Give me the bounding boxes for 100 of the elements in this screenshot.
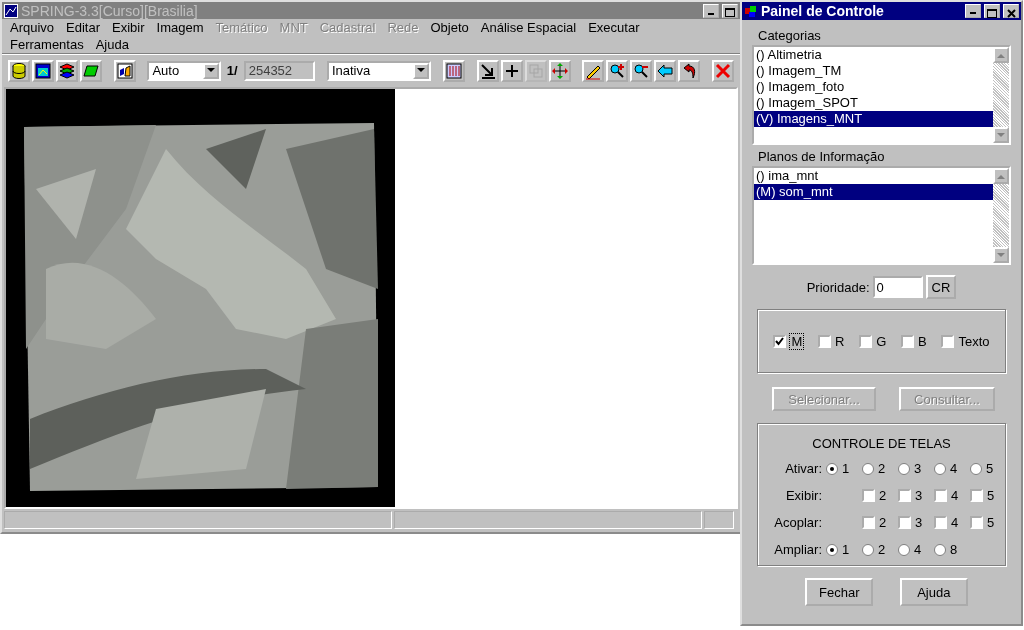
checkbox[interactable]: [901, 334, 915, 348]
checkbox[interactable]: [862, 516, 875, 529]
checkbox[interactable]: [898, 489, 911, 502]
scale-field[interactable]: 254352: [243, 60, 316, 81]
row-label: Ampliar:: [773, 542, 823, 557]
tool-button[interactable]: [630, 59, 653, 82]
menu-item[interactable]: Arquivo: [4, 20, 61, 36]
menu-item[interactable]: Ferramentas: [4, 37, 90, 53]
list-item[interactable]: () Imagem_SPOT: [754, 95, 993, 111]
scroll-up-icon: [997, 173, 1005, 179]
image-icon: [34, 61, 52, 80]
row-label: Ativar:: [784, 461, 823, 476]
radio-button[interactable]: [862, 462, 874, 475]
radio-button[interactable]: [970, 462, 982, 475]
cr-button[interactable]: CR: [925, 275, 957, 299]
option-label: 4: [951, 515, 959, 530]
list-item[interactable]: () Imagem_foto: [754, 79, 993, 95]
checkbox-label: B: [918, 333, 927, 349]
priority-field[interactable]: 0: [872, 276, 923, 298]
checkbox[interactable]: [934, 516, 947, 529]
checkbox[interactable]: [970, 516, 983, 529]
checkbox[interactable]: [898, 516, 911, 529]
list-item[interactable]: () Imagem_TM: [754, 63, 993, 79]
dialog-button[interactable]: Fechar: [805, 578, 874, 606]
option-label: 1: [842, 461, 850, 476]
scrollbar[interactable]: [993, 168, 1009, 263]
checkbox[interactable]: [934, 489, 947, 502]
dropdown-arrow-icon: [206, 68, 215, 74]
option-label: 1: [842, 542, 850, 557]
list-box[interactable]: () ima_mnt (M) som_mnt: [752, 166, 1011, 265]
scroll-down-icon: [997, 252, 1005, 258]
tool-button[interactable]: [476, 59, 499, 82]
checkbox[interactable]: [862, 489, 875, 502]
menu-item[interactable]: Exibir: [106, 20, 151, 36]
group-title: CONTROLE DE TELAS: [811, 436, 952, 451]
menu-item[interactable]: Análise Espacial: [474, 20, 583, 36]
database-icon: [10, 61, 28, 80]
option-label: 4: [951, 488, 959, 503]
tool-button[interactable]: [442, 59, 465, 82]
menu-item[interactable]: Ajuda: [89, 37, 135, 53]
checkbox-label: Texto: [958, 333, 990, 349]
option-label: 2: [878, 542, 886, 557]
list-box[interactable]: () Altimetria () Imagem_TM () Imagem_foto () Imagem_SPOT (V) Imagens_MNT: [752, 45, 1011, 145]
section-label: Categorias: [758, 28, 822, 43]
app-icon: [4, 3, 18, 18]
option-label: 3: [915, 488, 923, 503]
menu-item[interactable]: Executar: [582, 20, 646, 36]
radio-button[interactable]: [934, 543, 946, 556]
option-label: 2: [878, 461, 886, 476]
move-arrows-icon: [550, 61, 569, 80]
checkbox[interactable]: [859, 334, 873, 348]
dialog-button[interactable]: Ajuda: [899, 578, 968, 606]
tool-button[interactable]: [80, 59, 102, 82]
option-label: 4: [914, 542, 922, 557]
list-item[interactable]: (V) Imagens_MNT: [754, 111, 993, 127]
tool-button[interactable]: [606, 59, 629, 82]
list-item[interactable]: () ima_mnt: [754, 168, 993, 184]
maximize-button[interactable]: [984, 4, 1000, 18]
dropdown[interactable]: Auto: [147, 60, 221, 81]
scrollbar[interactable]: [993, 47, 1009, 143]
checkbox[interactable]: [941, 334, 955, 348]
checkbox-label: R: [835, 333, 845, 349]
maximize-icon: [725, 8, 735, 18]
checkbox-label: M: [790, 333, 804, 349]
radio-button[interactable]: [898, 462, 910, 475]
maximize-icon: [987, 8, 997, 18]
checkbox[interactable]: [818, 334, 831, 348]
row-label: Acoplar:: [773, 515, 823, 530]
radio-button[interactable]: [862, 543, 874, 556]
menu-item[interactable]: Editar: [60, 20, 107, 36]
tool-button[interactable]: [8, 59, 30, 82]
list-item[interactable]: () Altimetria: [754, 47, 993, 63]
checkbox[interactable]: [970, 489, 983, 502]
tool-button[interactable]: [678, 59, 701, 82]
tool-button[interactable]: [56, 59, 78, 82]
menu-item[interactable]: Objeto: [424, 20, 475, 36]
option-label: 8: [950, 542, 958, 557]
tool-button[interactable]: [32, 59, 54, 82]
option-label: 5: [986, 461, 994, 476]
radio-button[interactable]: [826, 543, 838, 556]
list-item[interactable]: (M) som_mnt: [754, 184, 993, 200]
dropdown[interactable]: Inativa: [326, 60, 432, 81]
minimize-icon: [970, 12, 976, 14]
close-button[interactable]: [1003, 4, 1019, 18]
option-label: 3: [914, 461, 922, 476]
option-label: 2: [879, 515, 887, 530]
checkbox[interactable]: [773, 334, 787, 348]
tool-button[interactable]: [654, 59, 677, 82]
tool-button[interactable]: [582, 59, 605, 82]
scroll-up-icon: [997, 52, 1005, 58]
layers-icon: [58, 61, 76, 80]
tool-button[interactable]: [548, 59, 571, 82]
window-title: Painel de Controle: [761, 3, 885, 19]
radio-button[interactable]: [826, 462, 838, 475]
menu-item[interactable]: Imagem: [150, 20, 210, 36]
tool-button[interactable]: [500, 59, 523, 82]
minimize-button[interactable]: [965, 4, 981, 18]
radio-button[interactable]: [898, 543, 910, 556]
radio-button[interactable]: [934, 462, 946, 475]
status-panel: [704, 511, 734, 529]
